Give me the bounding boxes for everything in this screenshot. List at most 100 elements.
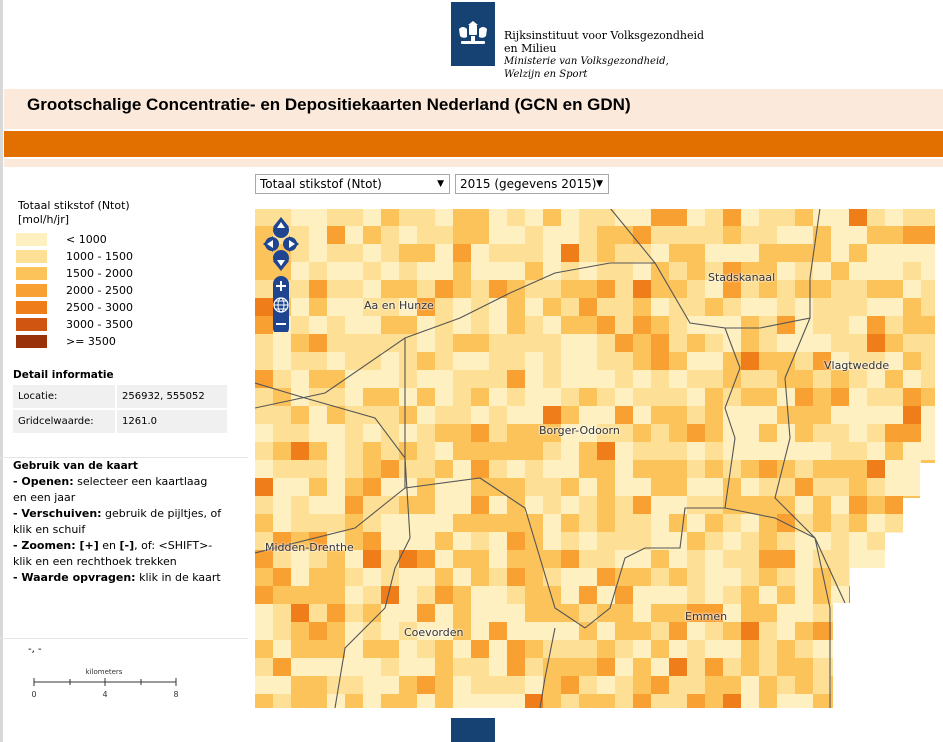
raster-cell — [291, 370, 309, 388]
raster-cell — [255, 424, 273, 442]
raster-cell — [615, 658, 633, 676]
raster-cell — [561, 442, 579, 460]
detail-key: Gridcelwaarde: — [13, 410, 115, 433]
raster-cell — [615, 604, 633, 622]
raster-cell — [759, 496, 777, 514]
raster-cell — [669, 478, 687, 496]
year-select[interactable]: 2015 (gegevens 2015) ▼ — [455, 174, 609, 194]
raster-cell — [525, 622, 543, 640]
raster-cell — [579, 622, 597, 640]
raster-cell — [561, 370, 579, 388]
raster-cell — [795, 658, 813, 676]
raster-cell — [723, 334, 741, 352]
raster-cell — [255, 640, 273, 658]
raster-cell — [525, 532, 543, 550]
raster-cell — [345, 316, 363, 334]
raster-cell — [669, 460, 687, 478]
raster-cell — [273, 658, 291, 676]
raster-cell — [309, 568, 327, 586]
detail-value: 1261.0 — [117, 410, 227, 433]
raster-cell — [327, 640, 345, 658]
raster-cell — [579, 442, 597, 460]
raster-cell — [471, 496, 489, 514]
raster-cell — [795, 370, 813, 388]
raster-cell — [291, 640, 309, 658]
place-label-vlagtwedde: Vlagtwedde — [824, 359, 890, 372]
raster-cell — [255, 514, 273, 532]
raster-cell — [561, 334, 579, 352]
raster-cell — [255, 676, 273, 694]
raster-cell — [741, 604, 759, 622]
raster-cell — [309, 244, 327, 262]
raster-cell — [867, 496, 885, 514]
raster-cell — [471, 334, 489, 352]
raster-cell — [525, 262, 543, 280]
map-navigation-control[interactable] — [263, 216, 299, 332]
raster-cell — [741, 334, 759, 352]
zoom-out-button[interactable] — [273, 316, 289, 332]
raster-cell — [399, 442, 417, 460]
deposition-raster — [255, 208, 943, 708]
raster-cell — [417, 406, 435, 424]
raster-cell — [453, 640, 471, 658]
raster-cell — [795, 496, 813, 514]
raster-cell — [327, 604, 345, 622]
raster-cell — [507, 550, 525, 568]
raster-cell — [327, 262, 345, 280]
raster-cell — [309, 316, 327, 334]
component-select[interactable]: Totaal stikstof (Ntot) ▼ — [255, 174, 450, 194]
raster-cell — [561, 550, 579, 568]
raster-cell — [795, 676, 813, 694]
raster-cell — [795, 406, 813, 424]
raster-cell — [849, 550, 867, 568]
raster-cell — [813, 694, 831, 708]
raster-cell — [741, 316, 759, 334]
raster-cell — [435, 424, 453, 442]
raster-cell — [291, 622, 309, 640]
raster-cell — [345, 262, 363, 280]
raster-cell — [705, 388, 723, 406]
raster-cell — [291, 406, 309, 424]
legend-label: 3000 - 3500 — [66, 318, 133, 331]
raster-cell — [489, 388, 507, 406]
raster-cell — [615, 586, 633, 604]
raster-cell — [543, 244, 561, 262]
raster-cell — [435, 514, 453, 532]
raster-cell — [399, 514, 417, 532]
map-viewport[interactable]: Aa en Hunze Stadskanaal Vlagtwedde Borge… — [255, 208, 943, 708]
raster-cell — [633, 352, 651, 370]
raster-cell — [795, 208, 813, 226]
raster-cell — [417, 568, 435, 586]
raster-cell — [363, 460, 381, 478]
raster-cell — [813, 388, 831, 406]
raster-cell — [597, 460, 615, 478]
raster-cell — [741, 640, 759, 658]
raster-cell — [417, 514, 435, 532]
raster-cell — [435, 244, 453, 262]
raster-cell — [471, 550, 489, 568]
raster-cell — [849, 226, 867, 244]
usage-open: - Openen: selecteer een kaartlaag — [13, 475, 208, 488]
raster-cell — [759, 604, 777, 622]
raster-cell — [471, 406, 489, 424]
raster-cell — [399, 658, 417, 676]
raster-cell — [705, 568, 723, 586]
raster-cell — [291, 676, 309, 694]
raster-cell — [705, 640, 723, 658]
legend-label: 2000 - 2500 — [66, 284, 133, 297]
raster-cell — [327, 622, 345, 640]
legend-item: 2500 - 3000 — [16, 301, 246, 314]
zoom-in-button[interactable] — [273, 278, 289, 294]
raster-cell — [615, 550, 633, 568]
raster-cell — [651, 316, 669, 334]
raster-cell — [291, 586, 309, 604]
raster-cell — [579, 694, 597, 708]
raster-cell — [579, 478, 597, 496]
raster-cell — [903, 352, 921, 370]
raster-cell — [471, 208, 489, 226]
raster-cell — [669, 424, 687, 442]
raster-cell — [345, 586, 363, 604]
raster-cell — [597, 604, 615, 622]
orange-banner — [4, 131, 943, 157]
raster-cell — [723, 568, 741, 586]
